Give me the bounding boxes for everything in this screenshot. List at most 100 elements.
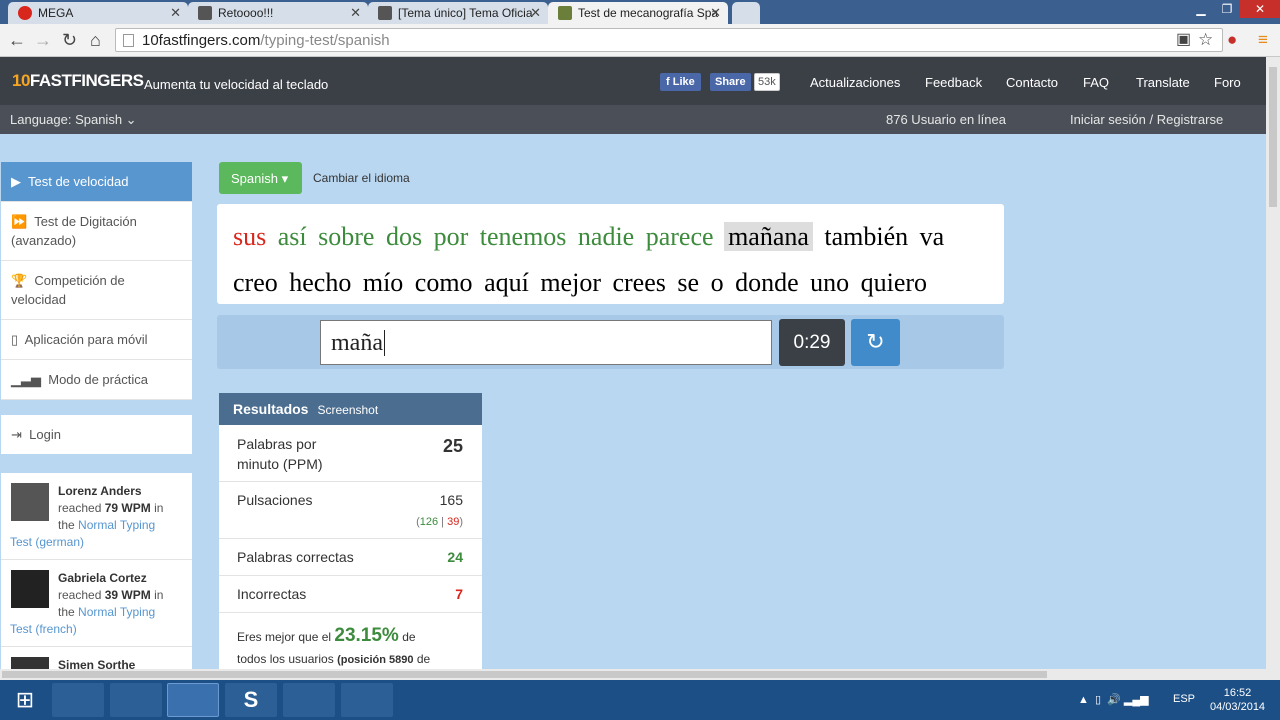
word: tenemos	[479, 222, 567, 251]
better-position-suffix: de	[416, 652, 431, 666]
word: aquí	[484, 268, 529, 297]
sidebar-item-test-digitacion[interactable]: ⏩ Test de Digitación (avanzado)	[1, 202, 192, 261]
browser-tab-typing-test[interactable]: Test de mecanografía Spa ✕	[548, 2, 728, 24]
browser-tab-tema[interactable]: [Tema único] Tema Oficia ✕	[368, 2, 548, 24]
facebook-count: 53k	[754, 73, 780, 91]
adblock-icon[interactable]: ●	[1227, 30, 1237, 50]
nav-translate[interactable]: Translate	[1136, 75, 1190, 90]
wpm-label: Palabras por minuto (PPM)	[237, 436, 323, 472]
app-icon[interactable]	[341, 683, 393, 717]
word: crees	[612, 268, 666, 297]
typing-input[interactable]: maña	[320, 320, 772, 365]
activity-feed: Lorenz Anders reached 79 WPM in the Norm…	[1, 473, 192, 669]
feed-user-name: Simen Sorthe	[58, 658, 136, 669]
url-path: /typing-test/spanish	[260, 32, 390, 49]
close-icon[interactable]: ✕	[530, 5, 541, 21]
browser-tab-mega[interactable]: MEGA ✕	[8, 2, 188, 24]
word: mío	[362, 268, 404, 297]
nav-faq[interactable]: FAQ	[1083, 75, 1109, 90]
scroll-thumb[interactable]	[2, 671, 1047, 678]
minimize-icon[interactable]: ▁	[1188, 0, 1214, 18]
play-icon: ▶	[11, 174, 21, 189]
wrong-words-label: Incorrectas	[237, 586, 307, 602]
screenshot-link[interactable]: Screenshot	[317, 403, 378, 417]
feed-test-link[interactable]: Test (german)	[10, 535, 84, 549]
site-logo[interactable]: 10FASTFINGERS	[12, 71, 144, 91]
login-label: Login	[29, 427, 61, 442]
windows-start-icon[interactable]: ⊞	[0, 683, 50, 717]
media-icon[interactable]	[110, 683, 162, 717]
feed-the: the	[58, 518, 75, 532]
word: se	[677, 268, 700, 297]
close-icon[interactable]: ✕	[350, 5, 361, 21]
words-line-1: sus así sobre dos por tenemos nadie pare…	[233, 214, 1004, 260]
avatar	[11, 570, 49, 608]
nav-contacto[interactable]: Contacto	[1006, 75, 1058, 90]
login-register-link[interactable]: Iniciar sesión / Registrarse	[1070, 112, 1223, 127]
sidebar-item-modo-practica[interactable]: ▁▃▅ Modo de práctica	[1, 360, 192, 400]
facebook-share-button[interactable]: Share	[710, 73, 751, 91]
game-icon[interactable]	[283, 683, 335, 717]
sidebar-item-app-movil[interactable]: ▯ Aplicación para móvil	[1, 320, 192, 360]
chrome-icon[interactable]	[167, 683, 219, 717]
address-bar[interactable]: 10fastfingers.com/typing-test/spanish	[115, 28, 1223, 52]
sidebar-item-competicion[interactable]: 🏆 Competición de velocidad	[1, 261, 192, 320]
window-close-icon[interactable]: ✕	[1240, 0, 1280, 18]
tab-label: [Tema único] Tema Oficia	[398, 6, 533, 20]
site-subheader: Language: Spanish ⌄ 876 Usuario en línea…	[0, 105, 1280, 134]
feed-item: Gabriela Cortez reached 39 WPM in the No…	[1, 560, 192, 647]
sidebar-item-test-velocidad[interactable]: ▶ Test de velocidad	[1, 162, 192, 202]
feed-user-name: Gabriela Cortez	[58, 571, 147, 585]
horizontal-scrollbar[interactable]	[0, 669, 1266, 680]
restore-icon[interactable]: ❐	[1214, 0, 1240, 18]
skype-icon[interactable]: S	[225, 683, 277, 717]
tray-icons[interactable]: ▲ ▯ 🔊 ▂▄▆	[1078, 693, 1149, 706]
words-line-2: creo hecho mío como aquí mejor crees se …	[233, 260, 1004, 306]
forward-arrow-icon[interactable]: →	[34, 30, 52, 50]
facebook-like-button[interactable]: f Like	[660, 73, 701, 91]
vertical-scrollbar[interactable]	[1266, 57, 1280, 680]
feed-in: in	[154, 588, 164, 602]
close-icon[interactable]: ✕	[170, 5, 181, 21]
sidebar-menu: ▶ Test de velocidad ⏩ Test de Digitación…	[1, 162, 192, 400]
star-icon[interactable]: ☆	[1198, 30, 1213, 50]
results-header: Resultados Screenshot	[219, 393, 482, 425]
language-selector[interactable]: Language: Spanish ⌄	[10, 112, 137, 128]
word: hecho	[289, 268, 352, 297]
language-dropdown-button[interactable]: Spanish ▾	[219, 162, 302, 194]
feed-test-link[interactable]: Test (french)	[10, 622, 77, 636]
signal-icon: ▁▃▅	[11, 372, 41, 387]
tenfastfingers-icon	[558, 6, 572, 20]
word: como	[414, 268, 473, 297]
sidebar-login[interactable]: ⇥ Login	[1, 415, 192, 454]
change-language-link[interactable]: Cambiar el idioma	[313, 171, 410, 185]
online-users: 876 Usuario en línea	[886, 112, 1006, 127]
nav-feedback[interactable]: Feedback	[925, 75, 982, 90]
word: donde	[735, 268, 799, 297]
new-tab-button[interactable]	[732, 2, 760, 24]
menu-icon[interactable]: ≡	[1258, 30, 1268, 50]
scroll-thumb[interactable]	[1269, 67, 1277, 207]
browser-tab-retoooo[interactable]: Retoooo!!! ✕	[188, 2, 368, 24]
reload-icon[interactable]: ↻	[62, 30, 77, 50]
better-percent: 23.15%	[334, 625, 399, 646]
typing-input-value: maña	[331, 330, 383, 356]
feed-test-link[interactable]: Normal Typing	[78, 518, 155, 532]
home-icon[interactable]: ⌂	[90, 30, 101, 50]
input-language[interactable]: ESP	[1173, 693, 1195, 705]
file-explorer-icon[interactable]	[52, 683, 104, 717]
feed-user-name: Lorenz Anders	[58, 484, 142, 498]
feed-test-link[interactable]: Normal Typing	[78, 605, 155, 619]
extension-icon[interactable]: ▣	[1176, 30, 1191, 50]
sidebar-item-label: Aplicación para móvil	[24, 332, 148, 347]
back-arrow-icon[interactable]: ←	[8, 30, 26, 50]
nav-actualizaciones[interactable]: Actualizaciones	[810, 75, 900, 90]
words-display: sus así sobre dos por tenemos nadie pare…	[217, 204, 1004, 304]
keystrokes-label: Pulsaciones	[237, 492, 313, 508]
nav-foro[interactable]: Foro	[1214, 75, 1241, 90]
site-tagline: Aumenta tu velocidad al teclado	[144, 77, 329, 92]
feed-reached: reached	[58, 588, 102, 602]
clock[interactable]: 16:52 04/03/2014	[1210, 686, 1265, 714]
close-icon[interactable]: ✕	[710, 5, 721, 21]
restart-button[interactable]: ↻	[851, 319, 900, 366]
